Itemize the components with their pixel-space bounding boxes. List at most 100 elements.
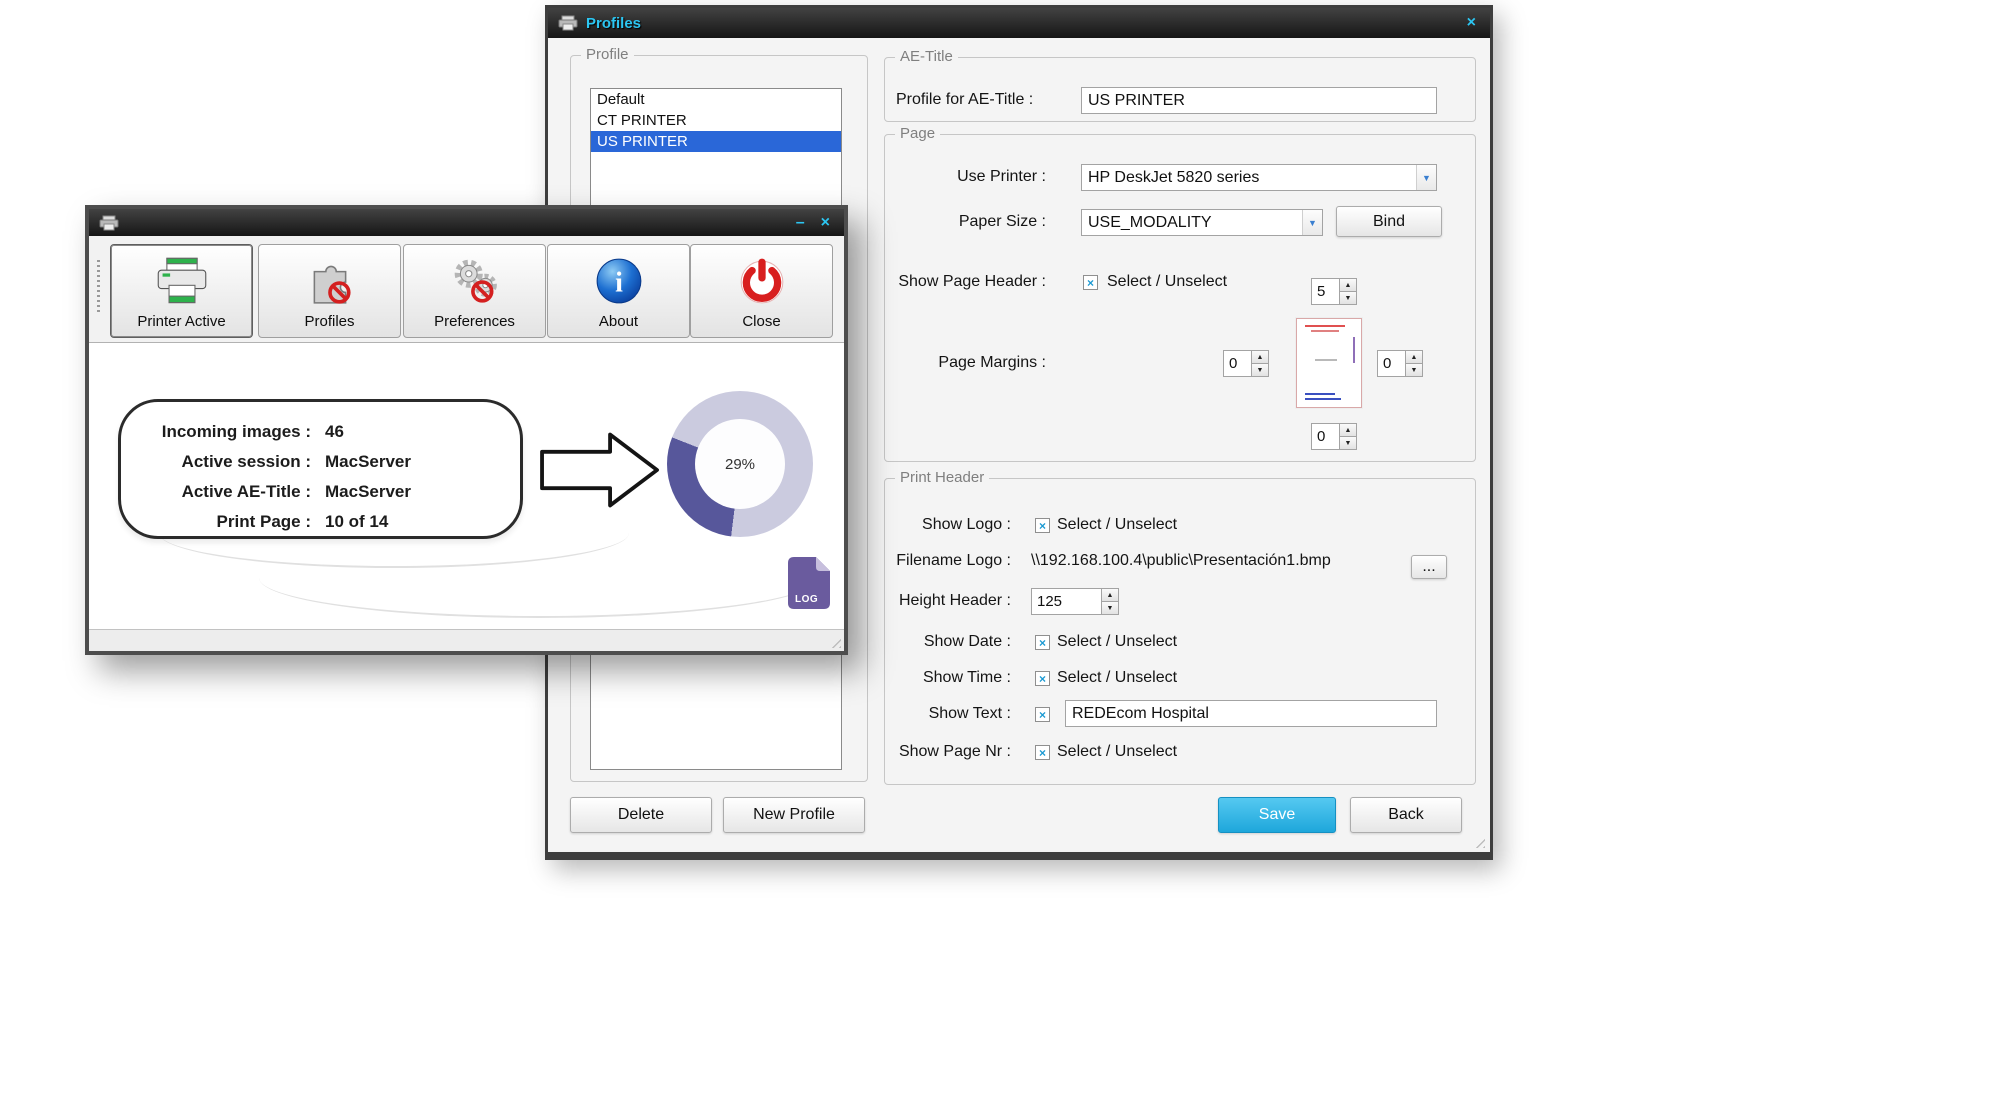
paper-size-label: Paper Size : bbox=[885, 209, 1046, 235]
stepper-up-icon[interactable]: ▲ bbox=[1102, 589, 1118, 602]
page-group: Page Use Printer : HP DeskJet 5820 serie… bbox=[884, 134, 1476, 462]
height-header-label: Height Header : bbox=[885, 588, 1011, 614]
use-printer-select[interactable]: HP DeskJet 5820 series ▼ bbox=[1081, 164, 1437, 191]
printer-titlebar-icon bbox=[558, 15, 578, 31]
progress-donut: 29% bbox=[667, 391, 813, 537]
show-logo-caption: Select / Unselect bbox=[1057, 512, 1177, 538]
browse-logo-button[interactable]: ... bbox=[1411, 555, 1447, 579]
filename-logo-label: Filename Logo : bbox=[885, 548, 1011, 574]
use-printer-label: Use Printer : bbox=[885, 164, 1046, 190]
status-label: Incoming images : bbox=[121, 422, 311, 442]
toolbar-label: Printer Active bbox=[137, 313, 225, 337]
status-label: Active session : bbox=[121, 452, 311, 472]
resize-grip[interactable] bbox=[1471, 834, 1485, 848]
stepper-value: 0 bbox=[1378, 351, 1405, 376]
height-header-stepper[interactable]: 125 ▲ ▼ bbox=[1031, 588, 1119, 615]
close-window-button[interactable]: × bbox=[817, 215, 834, 231]
show-logo-checkbox[interactable]: × bbox=[1035, 518, 1050, 533]
stepper-down-icon[interactable]: ▼ bbox=[1252, 364, 1268, 376]
progress-label: 29% bbox=[695, 419, 785, 509]
filename-logo-value: \\192.168.100.4\public\Presentación1.bmp bbox=[1031, 548, 1331, 574]
preferences-disabled-icon bbox=[449, 245, 501, 313]
margin-bottom-stepper[interactable]: 0 ▲ ▼ bbox=[1311, 423, 1357, 450]
show-time-label: Show Time : bbox=[885, 665, 1011, 691]
stepper-down-icon[interactable]: ▼ bbox=[1102, 602, 1118, 614]
status-row: Incoming images : 46 bbox=[121, 417, 520, 447]
stepper-up-icon[interactable]: ▲ bbox=[1340, 424, 1356, 437]
toolbar-label: Close bbox=[742, 313, 780, 337]
show-date-caption: Select / Unselect bbox=[1057, 629, 1177, 655]
back-button[interactable]: Back bbox=[1350, 797, 1462, 833]
profile-list-item[interactable]: CT PRINTER bbox=[591, 110, 841, 131]
svg-text:i: i bbox=[615, 267, 623, 298]
show-time-caption: Select / Unselect bbox=[1057, 665, 1177, 691]
paper-size-select[interactable]: USE_MODALITY ▼ bbox=[1081, 209, 1323, 236]
margin-left-stepper[interactable]: 0 ▲ ▼ bbox=[1223, 350, 1269, 377]
profile-list-item[interactable]: US PRINTER bbox=[591, 131, 841, 152]
arrow-right-icon bbox=[538, 424, 663, 516]
preferences-toolbar-button[interactable]: Preferences bbox=[403, 244, 546, 338]
status-bubble: Incoming images : 46 Active session : Ma… bbox=[118, 399, 523, 539]
profiles-toolbar-button[interactable]: Profiles bbox=[258, 244, 401, 338]
stepper-value: 125 bbox=[1032, 589, 1101, 614]
printer-active-button[interactable]: Printer Active bbox=[110, 244, 253, 338]
dropdown-arrow-icon[interactable]: ▼ bbox=[1302, 210, 1322, 235]
printer-titlebar-icon bbox=[99, 215, 119, 231]
status-titlebar[interactable]: – × bbox=[89, 209, 844, 236]
show-page-header-caption: Select / Unselect bbox=[1107, 269, 1227, 295]
stepper-up-icon[interactable]: ▲ bbox=[1406, 351, 1422, 364]
about-toolbar-button[interactable]: i About bbox=[547, 244, 690, 338]
status-bar bbox=[89, 629, 844, 651]
show-page-nr-caption: Select / Unselect bbox=[1057, 739, 1177, 765]
delete-button[interactable]: Delete bbox=[570, 797, 712, 833]
print-header-group: Print Header Show Logo : × Select / Unse… bbox=[884, 478, 1476, 785]
use-printer-value: HP DeskJet 5820 series bbox=[1082, 165, 1416, 190]
stepper-up-icon[interactable]: ▲ bbox=[1252, 351, 1268, 364]
save-button[interactable]: Save bbox=[1218, 797, 1336, 833]
resize-grip[interactable] bbox=[827, 634, 841, 648]
swoosh-line bbox=[259, 538, 819, 618]
new-profile-button[interactable]: New Profile bbox=[723, 797, 865, 833]
show-text-checkbox[interactable]: × bbox=[1035, 707, 1050, 722]
page-group-label: Page bbox=[895, 125, 940, 142]
status-row: Print Page : 10 of 14 bbox=[121, 507, 520, 537]
show-page-nr-checkbox[interactable]: × bbox=[1035, 745, 1050, 760]
stepper-down-icon[interactable]: ▼ bbox=[1340, 292, 1356, 304]
stepper-up-icon[interactable]: ▲ bbox=[1340, 279, 1356, 292]
page-margins-preview bbox=[1296, 318, 1362, 408]
margin-right-stepper[interactable]: 0 ▲ ▼ bbox=[1377, 350, 1423, 377]
stepper-down-icon[interactable]: ▼ bbox=[1406, 364, 1422, 376]
ae-title-group-label: AE-Title bbox=[895, 48, 958, 65]
toolbar-drag-handle[interactable] bbox=[97, 260, 100, 312]
power-icon bbox=[736, 245, 788, 313]
show-time-checkbox[interactable]: × bbox=[1035, 671, 1050, 686]
status-label: Active AE-Title : bbox=[121, 482, 311, 502]
show-date-checkbox[interactable]: × bbox=[1035, 635, 1050, 650]
page-margins-label: Page Margins : bbox=[885, 350, 1046, 376]
profiles-close-button[interactable]: × bbox=[1463, 15, 1480, 31]
log-badge-label: LOG bbox=[795, 594, 818, 605]
minimize-button[interactable]: – bbox=[792, 215, 809, 231]
toolbar-label: Profiles bbox=[304, 313, 354, 337]
print-header-group-label: Print Header bbox=[895, 469, 989, 486]
dropdown-arrow-icon[interactable]: ▼ bbox=[1416, 165, 1436, 190]
stepper-value: 0 bbox=[1224, 351, 1251, 376]
close-toolbar-button[interactable]: Close bbox=[690, 244, 833, 338]
profile-for-ae-title-label: Profile for AE-Title : bbox=[896, 87, 1033, 113]
bind-button[interactable]: Bind bbox=[1336, 206, 1442, 237]
stepper-down-icon[interactable]: ▼ bbox=[1340, 437, 1356, 449]
profiles-window-title: Profiles bbox=[586, 15, 641, 32]
profiles-titlebar[interactable]: Profiles × bbox=[548, 8, 1490, 38]
profiles-disabled-icon bbox=[304, 245, 356, 313]
stepper-value: 0 bbox=[1312, 424, 1339, 449]
status-label: Print Page : bbox=[121, 512, 311, 532]
status-value: 10 of 14 bbox=[325, 512, 520, 532]
status-row: Active session : MacServer bbox=[121, 447, 520, 477]
profile-list-item[interactable]: Default bbox=[591, 89, 841, 110]
show-text-input[interactable] bbox=[1065, 700, 1437, 727]
page-header-rows-stepper[interactable]: 5 ▲ ▼ bbox=[1311, 278, 1357, 305]
profile-for-ae-title-input[interactable] bbox=[1081, 87, 1437, 114]
log-badge[interactable]: LOG bbox=[788, 557, 830, 609]
status-main-area: Incoming images : 46 Active session : Ma… bbox=[89, 342, 844, 629]
show-page-header-checkbox[interactable]: × bbox=[1083, 275, 1098, 290]
